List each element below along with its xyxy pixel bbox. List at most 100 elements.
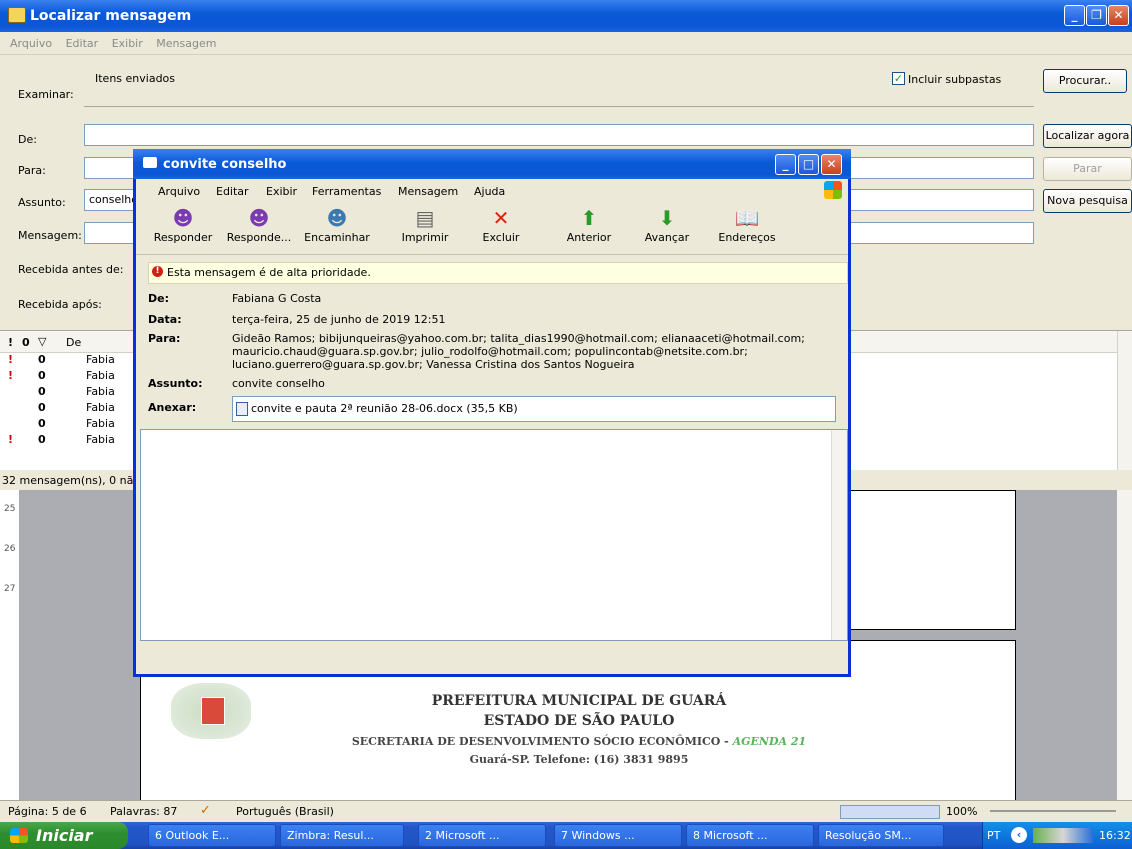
imprimir-button[interactable]: ▤ Imprimir: [390, 205, 460, 244]
spelling-icon[interactable]: ✓: [200, 803, 211, 818]
de-label: De:: [148, 292, 169, 305]
attachment-field[interactable]: convite e pauta 2ª reunião 28-06.docx (3…: [232, 396, 836, 422]
de-field[interactable]: [84, 124, 1034, 146]
excluir-button[interactable]: ✕ Excluir: [466, 205, 536, 244]
docx-icon: [236, 402, 248, 416]
from-value: Fabiana G Costa: [232, 292, 322, 305]
flag-column-icon[interactable]: ▽: [38, 335, 46, 348]
examinar-value[interactable]: Itens enviados: [95, 72, 175, 85]
menu-arquivo[interactable]: Arquivo: [10, 37, 52, 50]
incluir-subpastas-label: Incluir subpastas: [908, 73, 1002, 86]
from-column-header[interactable]: De: [66, 336, 81, 349]
main-title-bar[interactable]: Localizar mensagem _ ❐ ✕: [0, 0, 1132, 32]
start-button[interactable]: Iniciar: [0, 822, 128, 849]
list-scrollbar[interactable]: [1117, 331, 1132, 471]
menu-ajuda[interactable]: Ajuda: [474, 185, 505, 198]
recebida-apos-label: Recebida após:: [18, 298, 102, 311]
assunto-label: Assunto:: [148, 377, 203, 390]
app-icon: [8, 7, 26, 23]
menu-mensagem[interactable]: Mensagem: [398, 185, 458, 198]
message-menu-bar: Arquivo Editar Exibir Ferramentas Mensag…: [136, 179, 848, 201]
maximize-icon[interactable]: □: [798, 154, 819, 175]
close-icon[interactable]: ✕: [1108, 5, 1129, 26]
task-resolucao-pdf[interactable]: Resolução SM...: [818, 824, 944, 847]
high-priority-icon: !: [152, 266, 163, 277]
message-title-bar[interactable]: convite conselho _ □ ✕: [133, 149, 851, 179]
task-zimbra[interactable]: Zimbra: Resul...: [280, 824, 404, 847]
priority-column-icon[interactable]: !: [8, 336, 13, 349]
windows-logo-icon: [10, 828, 28, 843]
message-body[interactable]: [140, 429, 848, 641]
window-title: Localizar mensagem: [30, 8, 192, 24]
attachment-column-icon[interactable]: 0: [22, 336, 30, 349]
word-status-bar: Página: 5 de 6 Palavras: 87 ✓ Português …: [0, 800, 1132, 822]
menu-editar[interactable]: Editar: [66, 37, 99, 50]
menu-ferramentas[interactable]: Ferramentas: [312, 185, 381, 198]
close-icon[interactable]: ✕: [821, 154, 842, 175]
procurar-button[interactable]: Procurar..: [1043, 69, 1127, 93]
data-label: Data:: [148, 313, 182, 326]
doc-header-line2: ESTADO DE SÃO PAULO: [483, 713, 675, 729]
localizar-agora-button[interactable]: Localizar agora: [1043, 124, 1132, 148]
anterior-button[interactable]: ⬆ Anterior: [554, 205, 624, 244]
encaminhar-button[interactable]: ☻ Encaminhar: [302, 205, 372, 244]
windows-logo-icon: [824, 181, 842, 199]
menu-mensagem[interactable]: Mensagem: [156, 37, 216, 50]
zoom-level[interactable]: 100%: [946, 805, 977, 818]
task-outlook[interactable]: 6 Outlook E...: [148, 824, 276, 847]
minimize-icon[interactable]: _: [775, 154, 796, 175]
reply-all-icon: ☻: [248, 206, 270, 230]
document-scrollbar[interactable]: [1117, 490, 1132, 802]
printer-icon: ▤: [415, 206, 435, 230]
anexar-label: Anexar:: [148, 401, 197, 414]
enderecos-button[interactable]: 📖 Endereços: [712, 205, 782, 244]
doc-header-line1: PREFEITURA MUNICIPAL DE GUARÁ: [431, 693, 727, 709]
main-menu-bar: Arquivo Editar Exibir Mensagem: [0, 32, 1132, 54]
task-windows-explorer[interactable]: 7 Windows ...: [554, 824, 682, 847]
language-indicator[interactable]: Português (Brasil): [236, 805, 334, 818]
attachment-link[interactable]: convite e pauta 2ª reunião 28-06.docx (3…: [251, 402, 518, 415]
message-toolbar: ☻ Responder ☻ Responde... ☻ Encaminhar ▤ Imp…: [136, 201, 848, 255]
nova-pesquisa-button[interactable]: Nova pesquisa: [1043, 189, 1132, 213]
address-book-icon: 📖: [734, 206, 760, 230]
responder-button[interactable]: ☻ Responder: [148, 205, 218, 244]
clock[interactable]: 16:32: [1099, 829, 1131, 842]
arrow-down-icon: ⬇: [658, 206, 676, 230]
envelope-icon: [143, 157, 157, 168]
word-count[interactable]: Palavras: 87: [110, 805, 177, 818]
subject-value: convite conselho: [232, 377, 325, 390]
doc-header-line3: SECRETARIA DE DESENVOLVIMENTO SÓCIO ECON…: [351, 735, 807, 748]
tray-icons[interactable]: [1033, 828, 1093, 843]
message-title: convite conselho: [163, 157, 287, 172]
de-label: De:: [18, 133, 37, 146]
vertical-ruler: 25 26 27: [0, 490, 20, 802]
examinar-label: Examinar:: [18, 88, 74, 101]
language-bar[interactable]: PT: [987, 829, 1000, 842]
para-label: Para:: [148, 332, 181, 345]
message-window[interactable]: convite conselho _ □ ✕ Arquivo Editar Ex…: [133, 149, 851, 677]
message-status-bar: [136, 645, 848, 671]
reply-icon: ☻: [172, 206, 194, 230]
avancar-button[interactable]: ⬇ Avançar: [632, 205, 702, 244]
task-microsoft-excel[interactable]: 2 Microsoft ...: [418, 824, 546, 847]
tray-expand-icon[interactable]: ‹: [1011, 827, 1027, 843]
menu-arquivo[interactable]: Arquivo: [158, 185, 200, 198]
restore-icon[interactable]: ❐: [1086, 5, 1107, 26]
recebida-antes-label: Recebida antes de:: [18, 263, 124, 276]
menu-exibir[interactable]: Exibir: [112, 37, 143, 50]
arrow-up-icon: ⬆: [580, 206, 598, 230]
incluir-subpastas-checkbox[interactable]: ✓: [892, 72, 905, 85]
page-indicator: Página: 5 de 6: [8, 805, 87, 818]
body-scrollbar[interactable]: [831, 430, 847, 640]
delete-icon: ✕: [492, 206, 510, 230]
view-buttons[interactable]: [840, 805, 940, 819]
zoom-slider[interactable]: [990, 810, 1116, 812]
mensagem-label: Mensagem:: [18, 229, 82, 242]
menu-exibir[interactable]: Exibir: [266, 185, 297, 198]
minimize-icon[interactable]: _: [1064, 5, 1085, 26]
menu-editar[interactable]: Editar: [216, 185, 249, 198]
parar-button[interactable]: Parar: [1043, 157, 1132, 181]
responder-todos-button[interactable]: ☻ Responde...: [224, 205, 294, 244]
forward-icon: ☻: [326, 206, 348, 230]
task-microsoft-word[interactable]: 8 Microsoft ...: [686, 824, 814, 847]
